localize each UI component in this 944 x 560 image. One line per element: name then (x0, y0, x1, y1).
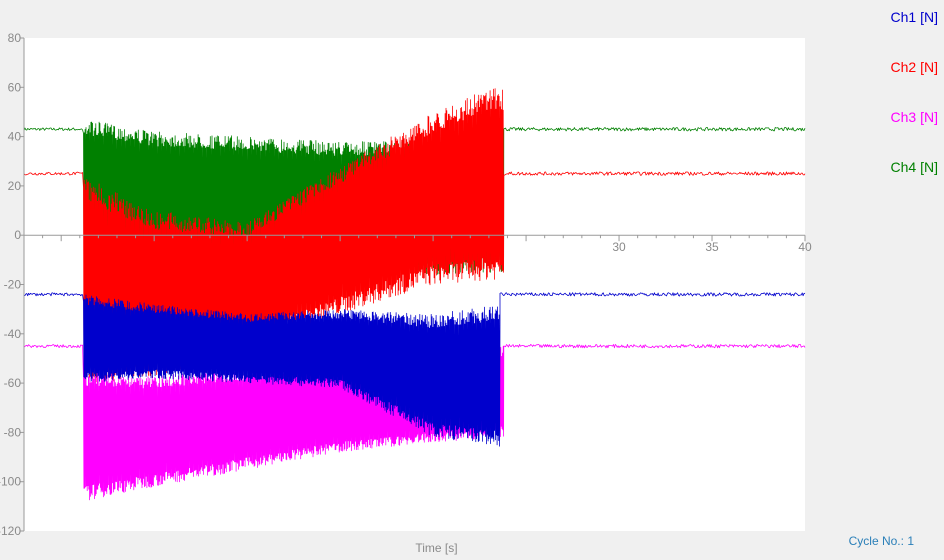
y-tick-label: -20 (4, 278, 22, 292)
y-tick-label: -80 (4, 425, 22, 439)
y-tick-label: -120 (0, 524, 21, 538)
x-tick-label: 35 (705, 240, 719, 254)
x-tick-label: 30 (612, 240, 626, 254)
y-tick-label: -100 (0, 475, 21, 489)
y-tick-label: 20 (8, 179, 22, 193)
y-tick-label: -40 (4, 327, 22, 341)
y-tick-label: 0 (14, 228, 21, 242)
y-tick-label: -60 (4, 376, 22, 390)
y-tick-label: 60 (8, 80, 22, 94)
cycle-value: 1 (907, 534, 914, 548)
legend-item-ch1: Ch1 [N] (890, 9, 938, 25)
legend-item-ch2: Ch2 [N] (890, 59, 938, 75)
force-time-chart: 80 60 40 20 0 -20 -40 -60 -80 -100 -120 30 35 40 Time… (0, 31, 812, 555)
legend: Ch1 [N] Ch2 [N] Ch3 [N] Ch4 [N] (852, 6, 938, 206)
x-axis-label: Time [s] (415, 541, 457, 555)
cycle-counter: Cycle No.: 1 (849, 534, 914, 548)
x-tick-label: 40 (798, 240, 812, 254)
legend-item-ch3: Ch3 [N] (890, 109, 938, 125)
cycle-label: Cycle No.: (848, 534, 904, 548)
legend-item-ch4: Ch4 [N] (890, 159, 938, 175)
y-tick-label: 40 (8, 130, 22, 144)
y-tick-label: 80 (8, 31, 22, 45)
